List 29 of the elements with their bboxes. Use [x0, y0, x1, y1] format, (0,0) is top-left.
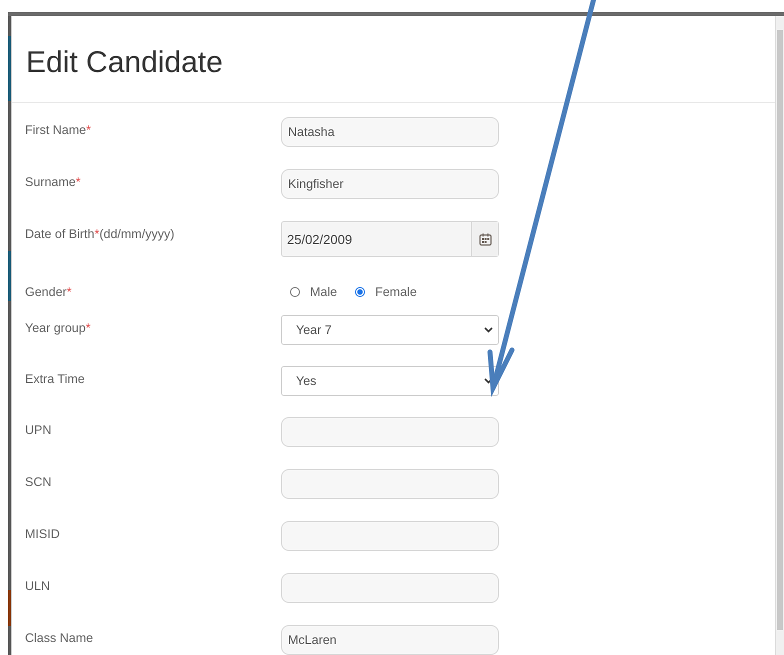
- text-field[interactable]: [281, 417, 499, 447]
- calendar-button[interactable]: [471, 222, 498, 256]
- chevron-down-icon: [484, 378, 493, 384]
- text-field[interactable]: McLaren: [281, 625, 499, 655]
- text-field[interactable]: [281, 469, 499, 499]
- field-label: Extra Time: [25, 371, 86, 388]
- dialog-title: Edit Candidate: [26, 45, 223, 80]
- date-field[interactable]: 25/02/2009: [281, 221, 499, 257]
- scrollbar[interactable]: [775, 16, 784, 655]
- text-field[interactable]: Natasha: [281, 117, 499, 147]
- chevron-down-icon: [484, 327, 493, 333]
- field-label: SCN: [25, 474, 52, 491]
- text-field[interactable]: [281, 573, 499, 603]
- field-label: Year group*: [25, 320, 92, 337]
- text-field[interactable]: Kingfisher: [281, 169, 499, 199]
- radio-option[interactable]: Male: [290, 285, 338, 299]
- field-label: Date of Birth*(dd/mm/yyyy): [25, 226, 176, 243]
- radio-option[interactable]: Female: [355, 285, 417, 299]
- field-label: UPN: [25, 422, 52, 439]
- field-label: MISID: [25, 526, 61, 543]
- field-label: ULN: [25, 578, 52, 595]
- calendar-icon: [478, 232, 492, 246]
- dropdown[interactable]: Year 7: [281, 315, 499, 345]
- field-label: Gender*: [25, 284, 73, 301]
- field-label: Class Name: [25, 630, 94, 647]
- field-label: Surname*: [25, 174, 82, 191]
- text-field[interactable]: [281, 521, 499, 551]
- field-label: First Name*: [25, 122, 92, 139]
- dropdown[interactable]: Yes: [281, 366, 499, 396]
